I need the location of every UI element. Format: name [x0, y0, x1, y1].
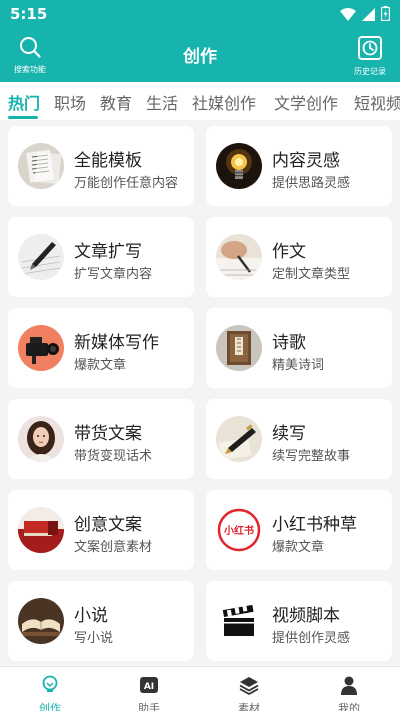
card-xiaohongshu[interactable]: 小红书 小红书种草 爆款文章 [206, 490, 392, 570]
card-new-media[interactable]: 新媒体写作 爆款文章 [8, 308, 194, 388]
document-template-icon [18, 143, 64, 189]
tab-social-media[interactable]: 社媒创作 [192, 90, 256, 114]
history-button[interactable]: 历史记录 [340, 36, 400, 77]
card-inspiration[interactable]: 内容灵感 提供思路灵感 [206, 126, 392, 206]
wifi-icon [340, 6, 356, 25]
card-subtitle: 爆款文章 [272, 540, 325, 555]
nav-materials[interactable]: 素材 [224, 675, 274, 711]
card-title: 视频脚本 [272, 606, 340, 626]
card-title: 续写 [272, 424, 306, 444]
person-icon [339, 676, 359, 699]
nav-assistant[interactable]: AI 助手 [124, 675, 174, 711]
svg-text:小红书: 小红书 [223, 524, 254, 537]
card-essay[interactable]: 作文 定制文章类型 [206, 217, 392, 297]
card-subtitle: 提供创作灵感 [272, 631, 351, 646]
card-article-expand[interactable]: 文章扩写 扩写文章内容 [8, 217, 194, 297]
card-subtitle: 提供思路灵感 [272, 176, 351, 191]
card-subtitle: 爆款文章 [74, 358, 127, 373]
ai-badge-text: AI [144, 682, 154, 692]
tab-literary[interactable]: 文学创作 [274, 90, 338, 114]
card-title: 文章扩写 [74, 242, 142, 262]
card-poetry[interactable]: 诗歌 精美诗词 [206, 308, 392, 388]
card-novel[interactable]: 小说 写小说 [8, 581, 194, 661]
card-subtitle: 定制文章类型 [272, 267, 351, 282]
card-title: 小红书种草 [272, 515, 357, 535]
open-book-icon [18, 598, 64, 644]
lightbulb-icon [216, 143, 262, 189]
nav-label: 素材 [238, 702, 260, 711]
history-icon [358, 36, 382, 64]
tab-education[interactable]: 教育 [100, 90, 132, 114]
card-subtitle: 万能创作任意内容 [74, 176, 179, 191]
card-title: 新媒体写作 [74, 333, 159, 353]
tab-workplace[interactable]: 职场 [54, 90, 86, 114]
ai-assistant-icon: AI [139, 677, 159, 699]
card-title: 小说 [74, 606, 108, 626]
poetry-book-icon [216, 325, 262, 371]
hand-writing-icon [216, 234, 262, 280]
card-continue-writing[interactable]: 续写 续写完整故事 [206, 399, 392, 479]
history-label: 历史记录 [354, 67, 386, 76]
battery-icon [380, 6, 391, 25]
lightbulb-nav-icon [40, 675, 60, 699]
card-subtitle: 写小说 [74, 631, 114, 646]
tab-life[interactable]: 生活 [146, 90, 178, 114]
card-title: 内容灵感 [272, 151, 340, 171]
card-template[interactable]: 全能模板 万能创作任意内容 [8, 126, 194, 206]
status-bar: 5:15 [0, 0, 400, 28]
category-tabs: 热门 职场 教育 生活 社媒创作 文学创作 短视频 [0, 82, 400, 120]
card-title: 带货文案 [74, 424, 142, 444]
red-book-icon [18, 507, 64, 553]
nav-create[interactable]: 创作 [25, 675, 75, 711]
nav-profile[interactable]: 我的 [324, 675, 374, 711]
nav-label: 助手 [138, 702, 160, 711]
pen-writing-icon [18, 234, 64, 280]
tab-indicator [8, 116, 38, 119]
card-subtitle: 续写完整故事 [272, 449, 351, 464]
nav-label: 创作 [39, 702, 61, 711]
card-subtitle: 精美诗词 [272, 358, 325, 373]
xiaohongshu-logo-icon: 小红书 [216, 507, 262, 553]
tab-short-video[interactable]: 短视频 [354, 90, 400, 114]
card-creative-copy[interactable]: 创意文案 文案创意素材 [8, 490, 194, 570]
layers-icon [239, 677, 259, 699]
bottom-nav: 创作 AI 助手 素材 我的 [0, 666, 400, 711]
card-sales-copy[interactable]: 带货文案 带货变现话术 [8, 399, 194, 479]
app-header: 5:15 搜索功能 创作 历史记录 [0, 0, 400, 82]
fountain-pen-icon [216, 416, 262, 462]
clapperboard-icon [216, 598, 262, 644]
nav-label: 我的 [338, 702, 360, 711]
card-video-script[interactable]: 视频脚本 提供创作灵感 [206, 581, 392, 661]
card-title: 作文 [272, 242, 306, 262]
status-time: 5:15 [10, 5, 48, 23]
status-icons [340, 6, 391, 25]
card-subtitle: 扩写文章内容 [74, 267, 153, 282]
video-camera-icon [18, 325, 64, 371]
influencer-avatar-icon [18, 416, 64, 462]
card-title: 创意文案 [74, 515, 142, 535]
signal-icon [362, 6, 375, 25]
card-title: 全能模板 [74, 151, 142, 171]
card-subtitle: 文案创意素材 [74, 540, 153, 555]
tab-hot[interactable]: 热门 [8, 90, 40, 114]
card-subtitle: 带货变现话术 [74, 449, 153, 464]
card-title: 诗歌 [272, 333, 306, 353]
